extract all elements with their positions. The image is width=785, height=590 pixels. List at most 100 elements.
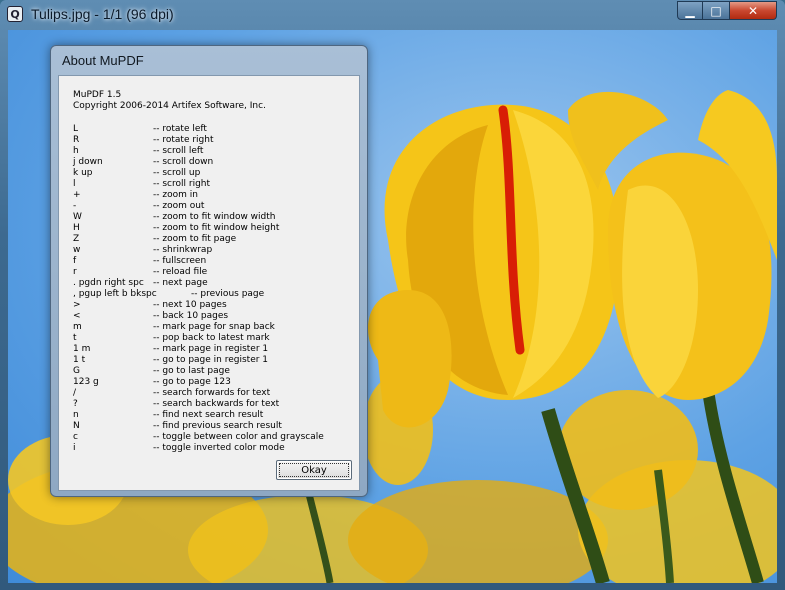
key-description: -- zoom to fit window height — [153, 223, 280, 233]
key-label: + — [73, 190, 81, 200]
key-label: H — [73, 223, 80, 233]
key-label: w — [73, 245, 81, 255]
key-description: -- zoom in — [153, 190, 198, 200]
key-description: -- find next search result — [153, 410, 264, 420]
key-label: i — [73, 443, 76, 453]
keybinding-row: n -- find next search result — [73, 410, 353, 421]
key-description: -- toggle between color and grayscale — [153, 432, 324, 442]
key-label: j down — [73, 157, 103, 167]
key-description: -- zoom out — [153, 201, 205, 211]
key-description: -- next 10 pages — [153, 300, 227, 310]
key-label: t — [73, 333, 77, 343]
maximize-button[interactable]: □ — [703, 1, 730, 20]
keybinding-row: W -- zoom to fit window width — [73, 212, 353, 223]
key-label: c — [73, 432, 78, 442]
keybinding-row: f -- fullscreen — [73, 256, 353, 267]
keybinding-row: h -- scroll left — [73, 146, 353, 157]
dialog-body: MuPDF 1.5 Copyright 2006-2014 Artifex So… — [58, 75, 360, 491]
keybinding-row: t -- pop back to latest mark — [73, 333, 353, 344]
keybinding-row: 1 t -- go to page in register 1 — [73, 355, 353, 366]
keybinding-row: i -- toggle inverted color mode — [73, 443, 353, 454]
key-label: n — [73, 410, 79, 420]
maximize-icon: □ — [710, 3, 722, 18]
keybinding-row: - -- zoom out — [73, 201, 353, 212]
keybinding-row: + -- zoom in — [73, 190, 353, 201]
copyright-text: Copyright 2006-2014 Artifex Software, In… — [73, 101, 266, 111]
keybinding-row: l -- scroll right — [73, 179, 353, 190]
caption-buttons: ▁ □ ✕ — [677, 1, 777, 21]
close-button[interactable]: ✕ — [730, 1, 777, 20]
key-label: h — [73, 146, 79, 156]
key-description: -- rotate left — [153, 124, 207, 134]
key-description: -- toggle inverted color mode — [153, 443, 285, 453]
key-label: N — [73, 421, 80, 431]
key-description: -- scroll down — [153, 157, 214, 167]
about-dialog: About MuPDF MuPDF 1.5 Copyright 2006-201… — [50, 45, 368, 497]
key-description: -- go to page in register 1 — [153, 355, 269, 365]
keybinding-row: / -- search forwards for text — [73, 388, 353, 399]
key-description: -- search backwards for text — [153, 399, 280, 409]
title-bar[interactable]: Q Tulips.jpg - 1/1 (96 dpi) ▁ □ ✕ — [0, 0, 785, 30]
keybinding-row: H -- zoom to fit window height — [73, 223, 353, 234]
key-label: > — [73, 300, 81, 310]
key-description: -- find previous search result — [153, 421, 282, 431]
mupdf-app-icon: Q — [7, 6, 23, 22]
key-description: -- search forwards for text — [153, 388, 271, 398]
key-description: -- fullscreen — [153, 256, 207, 266]
key-description: -- zoom to fit page — [153, 234, 237, 244]
key-description: -- reload file — [153, 267, 208, 277]
window-title: Tulips.jpg - 1/1 (96 dpi) — [31, 6, 174, 22]
close-icon: ✕ — [747, 3, 759, 18]
key-label: R — [73, 135, 80, 145]
key-label: , pgup left b bkspc — [73, 289, 157, 299]
keybinding-row: L -- rotate left — [73, 124, 353, 135]
key-label: r — [73, 267, 77, 277]
keybinding-row: w -- shrinkwrap — [73, 245, 353, 256]
key-label: / — [73, 388, 77, 398]
key-description: -- rotate right — [153, 135, 214, 145]
keybinding-row: 1 m -- mark page in register 1 — [73, 344, 353, 355]
key-label: . pgdn right spc — [73, 278, 144, 288]
key-label: G — [73, 366, 80, 376]
version-text: MuPDF 1.5 — [73, 90, 122, 100]
key-description: -- zoom to fit window width — [153, 212, 276, 222]
keybinding-row: 123 g -- go to page 123 — [73, 377, 353, 388]
minimize-button[interactable]: ▁ — [677, 1, 703, 20]
key-label: l — [73, 179, 76, 189]
keybinding-row: c -- toggle between color and grayscale — [73, 432, 353, 443]
key-label: 123 g — [73, 377, 99, 387]
key-description: -- previous page — [191, 289, 265, 299]
keybinding-row: N -- find previous search result — [73, 421, 353, 432]
key-description: -- scroll up — [153, 168, 201, 178]
okay-button[interactable]: Okay — [276, 460, 352, 480]
key-label: 1 t — [73, 355, 86, 365]
key-description: -- back 10 pages — [153, 311, 229, 321]
key-label: 1 m — [73, 344, 91, 354]
key-label: L — [73, 124, 79, 134]
keybinding-row: > -- next 10 pages — [73, 300, 353, 311]
key-description: -- go to page 123 — [153, 377, 231, 387]
key-label: m — [73, 322, 82, 332]
key-description: -- next page — [153, 278, 208, 288]
key-label: f — [73, 256, 77, 266]
keybinding-row: < -- back 10 pages — [73, 311, 353, 322]
keybinding-row: ? -- search backwards for text — [73, 399, 353, 410]
key-description: -- go to last page — [153, 366, 230, 376]
key-description: -- shrinkwrap — [153, 245, 213, 255]
keybinding-row: j down -- scroll down — [73, 157, 353, 168]
key-description: -- scroll left — [153, 146, 204, 156]
keybinding-list: L -- rotate left R -- rotate right h -- scr… — [73, 124, 353, 454]
key-description: -- mark page in register 1 — [153, 344, 269, 354]
keybinding-row: k up -- scroll up — [73, 168, 353, 179]
keybinding-row: , pgup left b bkspc -- previous page — [73, 289, 353, 300]
keybinding-row: r -- reload file — [73, 267, 353, 278]
key-description: -- pop back to latest mark — [153, 333, 270, 343]
keybinding-row: G -- go to last page — [73, 366, 353, 377]
keybinding-row: R -- rotate right — [73, 135, 353, 146]
keybinding-row: m -- mark page for snap back — [73, 322, 353, 333]
key-label: - — [73, 201, 77, 211]
key-label: k up — [73, 168, 93, 178]
key-label: ? — [73, 399, 78, 409]
dialog-title: About MuPDF — [62, 53, 144, 68]
key-label: Z — [73, 234, 80, 244]
